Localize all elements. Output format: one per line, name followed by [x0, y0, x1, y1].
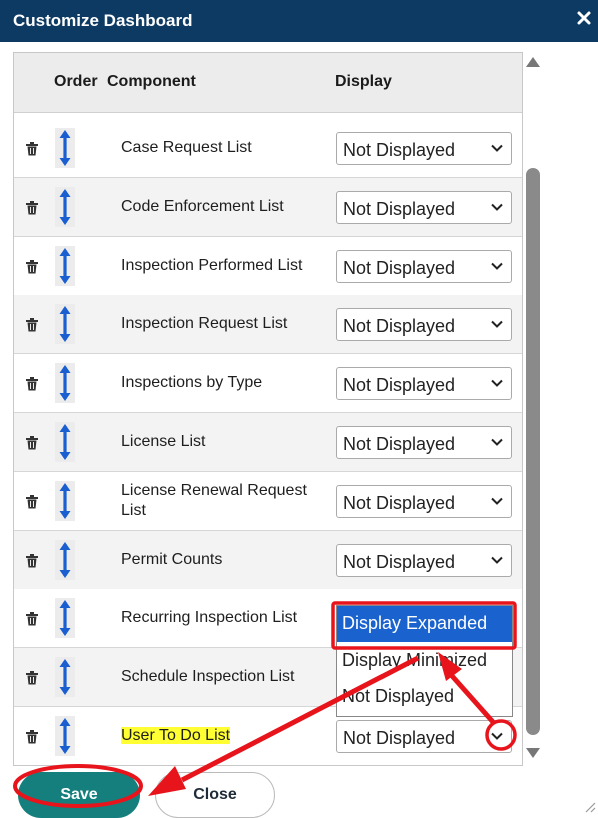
component-name: Permit Counts: [121, 550, 223, 568]
component-cell: Schedule Inspection List: [121, 667, 321, 687]
component-name: License Renewal Request List: [121, 481, 307, 519]
dialog-title: Customize Dashboard: [13, 11, 193, 30]
trash-icon[interactable]: [26, 671, 38, 685]
chevron-down-icon[interactable]: [490, 555, 504, 565]
scroll-down-arrow-icon[interactable]: [526, 748, 540, 758]
component-name: Inspection Performed List: [121, 256, 303, 274]
trash-icon[interactable]: [26, 730, 38, 744]
display-select-value: Not Displayed: [343, 551, 456, 572]
dialog-titlebar: Customize Dashboard: [0, 0, 598, 42]
chevron-down-icon[interactable]: [490, 496, 504, 506]
component-name: Schedule Inspection List: [121, 668, 295, 686]
component-cell: User To Do List: [121, 726, 321, 746]
option-not-displayed[interactable]: Not Displayed: [337, 679, 512, 715]
trash-icon[interactable]: [26, 318, 38, 332]
component-cell: Inspection Performed List: [121, 256, 321, 276]
chevron-down-icon[interactable]: [490, 143, 504, 153]
display-options-dropdown[interactable]: Display Expanded Display Minimized Not D…: [336, 605, 513, 717]
display-select[interactable]: Not Displayed: [336, 543, 512, 577]
order-column-header: Order: [54, 73, 98, 90]
display-select[interactable]: Not Displayed: [336, 367, 512, 401]
trash-icon[interactable]: [26, 200, 38, 215]
option-display-expanded[interactable]: Display Expanded: [337, 606, 512, 642]
vertical-double-arrow-icon[interactable]: [55, 128, 75, 168]
table-row: Inspection Performed List Not Displayed: [14, 236, 522, 296]
vertical-double-arrow-icon[interactable]: [55, 657, 75, 698]
vertical-double-arrow-icon[interactable]: [55, 245, 75, 286]
component-name: Inspections by Type: [121, 374, 263, 392]
component-name: License List: [121, 433, 206, 450]
table-row: Inspection Request List Not Displayed: [14, 295, 522, 355]
chevron-down-icon[interactable]: [490, 731, 504, 741]
component-name: Case Request List: [121, 139, 252, 156]
chevron-down-icon[interactable]: [490, 261, 504, 271]
trash-icon[interactable]: [26, 612, 38, 626]
trash-icon[interactable]: [26, 259, 38, 274]
display-select-value: Not Displayed: [343, 198, 456, 219]
display-select-value: Not Displayed: [343, 140, 456, 160]
component-cell: Permit Counts: [121, 550, 321, 570]
component-cell: Inspection Request List: [121, 314, 321, 334]
component-cell: Inspections by Type: [121, 373, 321, 393]
close-button[interactable]: Close: [155, 772, 275, 818]
display-select[interactable]: Not Displayed: [336, 484, 512, 518]
display-select[interactable]: Not Displayed: [336, 249, 512, 283]
component-name: Recurring Inspection List: [121, 609, 298, 627]
display-select-value: Not Displayed: [343, 434, 456, 454]
vertical-double-arrow-icon[interactable]: [55, 539, 75, 580]
display-select-value: Not Displayed: [343, 728, 456, 748]
component-name: Code Enforcement List: [121, 197, 284, 215]
component-cell: License Renewal Request List: [121, 481, 321, 521]
display-select[interactable]: Not Displayed: [336, 132, 512, 165]
chevron-down-icon[interactable]: [490, 202, 504, 212]
display-select[interactable]: Not Displayed: [336, 426, 512, 459]
close-icon[interactable]: [576, 10, 592, 26]
vertical-double-arrow-icon[interactable]: [55, 304, 75, 345]
display-select-value: Not Displayed: [343, 375, 456, 396]
option-display-minimized[interactable]: Display Minimized: [337, 643, 512, 679]
save-button[interactable]: Save: [18, 772, 140, 818]
vertical-double-arrow-icon[interactable]: [55, 480, 75, 521]
scroll-thumb[interactable]: [526, 168, 540, 735]
vertical-double-arrow-icon[interactable]: [55, 716, 75, 756]
display-select[interactable]: Not Displayed: [336, 720, 512, 753]
scroll-up-arrow-icon[interactable]: [526, 57, 540, 67]
chevron-down-icon[interactable]: [490, 378, 504, 388]
display-select-value: Not Displayed: [343, 492, 456, 513]
trash-icon[interactable]: [26, 142, 38, 156]
display-select[interactable]: Not Displayed: [336, 308, 512, 342]
component-cell: License List: [121, 432, 321, 452]
component-cell: Recurring Inspection List: [121, 608, 321, 628]
table-row: Inspections by Type Not Displayed: [14, 354, 522, 414]
trash-icon[interactable]: [26, 494, 38, 509]
table-row: License List Not Displayed: [14, 413, 522, 472]
display-select-value: Not Displayed: [343, 316, 456, 337]
trash-icon[interactable]: [26, 436, 38, 450]
vertical-double-arrow-icon[interactable]: [55, 363, 75, 404]
chevron-down-icon[interactable]: [490, 319, 504, 329]
vertical-scrollbar[interactable]: [522, 52, 544, 764]
component-cell: Case Request List: [121, 138, 321, 158]
trash-icon[interactable]: [26, 553, 38, 568]
vertical-double-arrow-icon[interactable]: [55, 422, 75, 462]
display-select-value: Not Displayed: [343, 257, 456, 278]
resize-grip-icon[interactable]: [582, 799, 596, 813]
table-row: License Renewal Request List Not Displaye…: [14, 471, 522, 531]
table-row: Permit Counts Not Displayed: [14, 530, 522, 590]
chevron-down-icon[interactable]: [490, 437, 504, 447]
component-cell: Code Enforcement List: [121, 197, 321, 217]
table-row: Code Enforcement List Not Displayed: [14, 177, 522, 237]
component-column-header: Component: [107, 73, 196, 90]
table-header: Order Component Display: [14, 53, 522, 113]
vertical-double-arrow-icon[interactable]: [55, 186, 75, 227]
vertical-double-arrow-icon[interactable]: [55, 598, 75, 639]
table-row: Case Request List Not Displayed: [14, 119, 522, 178]
display-select[interactable]: Not Displayed: [336, 190, 512, 224]
trash-icon[interactable]: [26, 377, 38, 391]
component-name: Inspection Request List: [121, 315, 288, 333]
component-name: User To Do List: [121, 727, 231, 744]
display-column-header: Display: [335, 73, 392, 90]
